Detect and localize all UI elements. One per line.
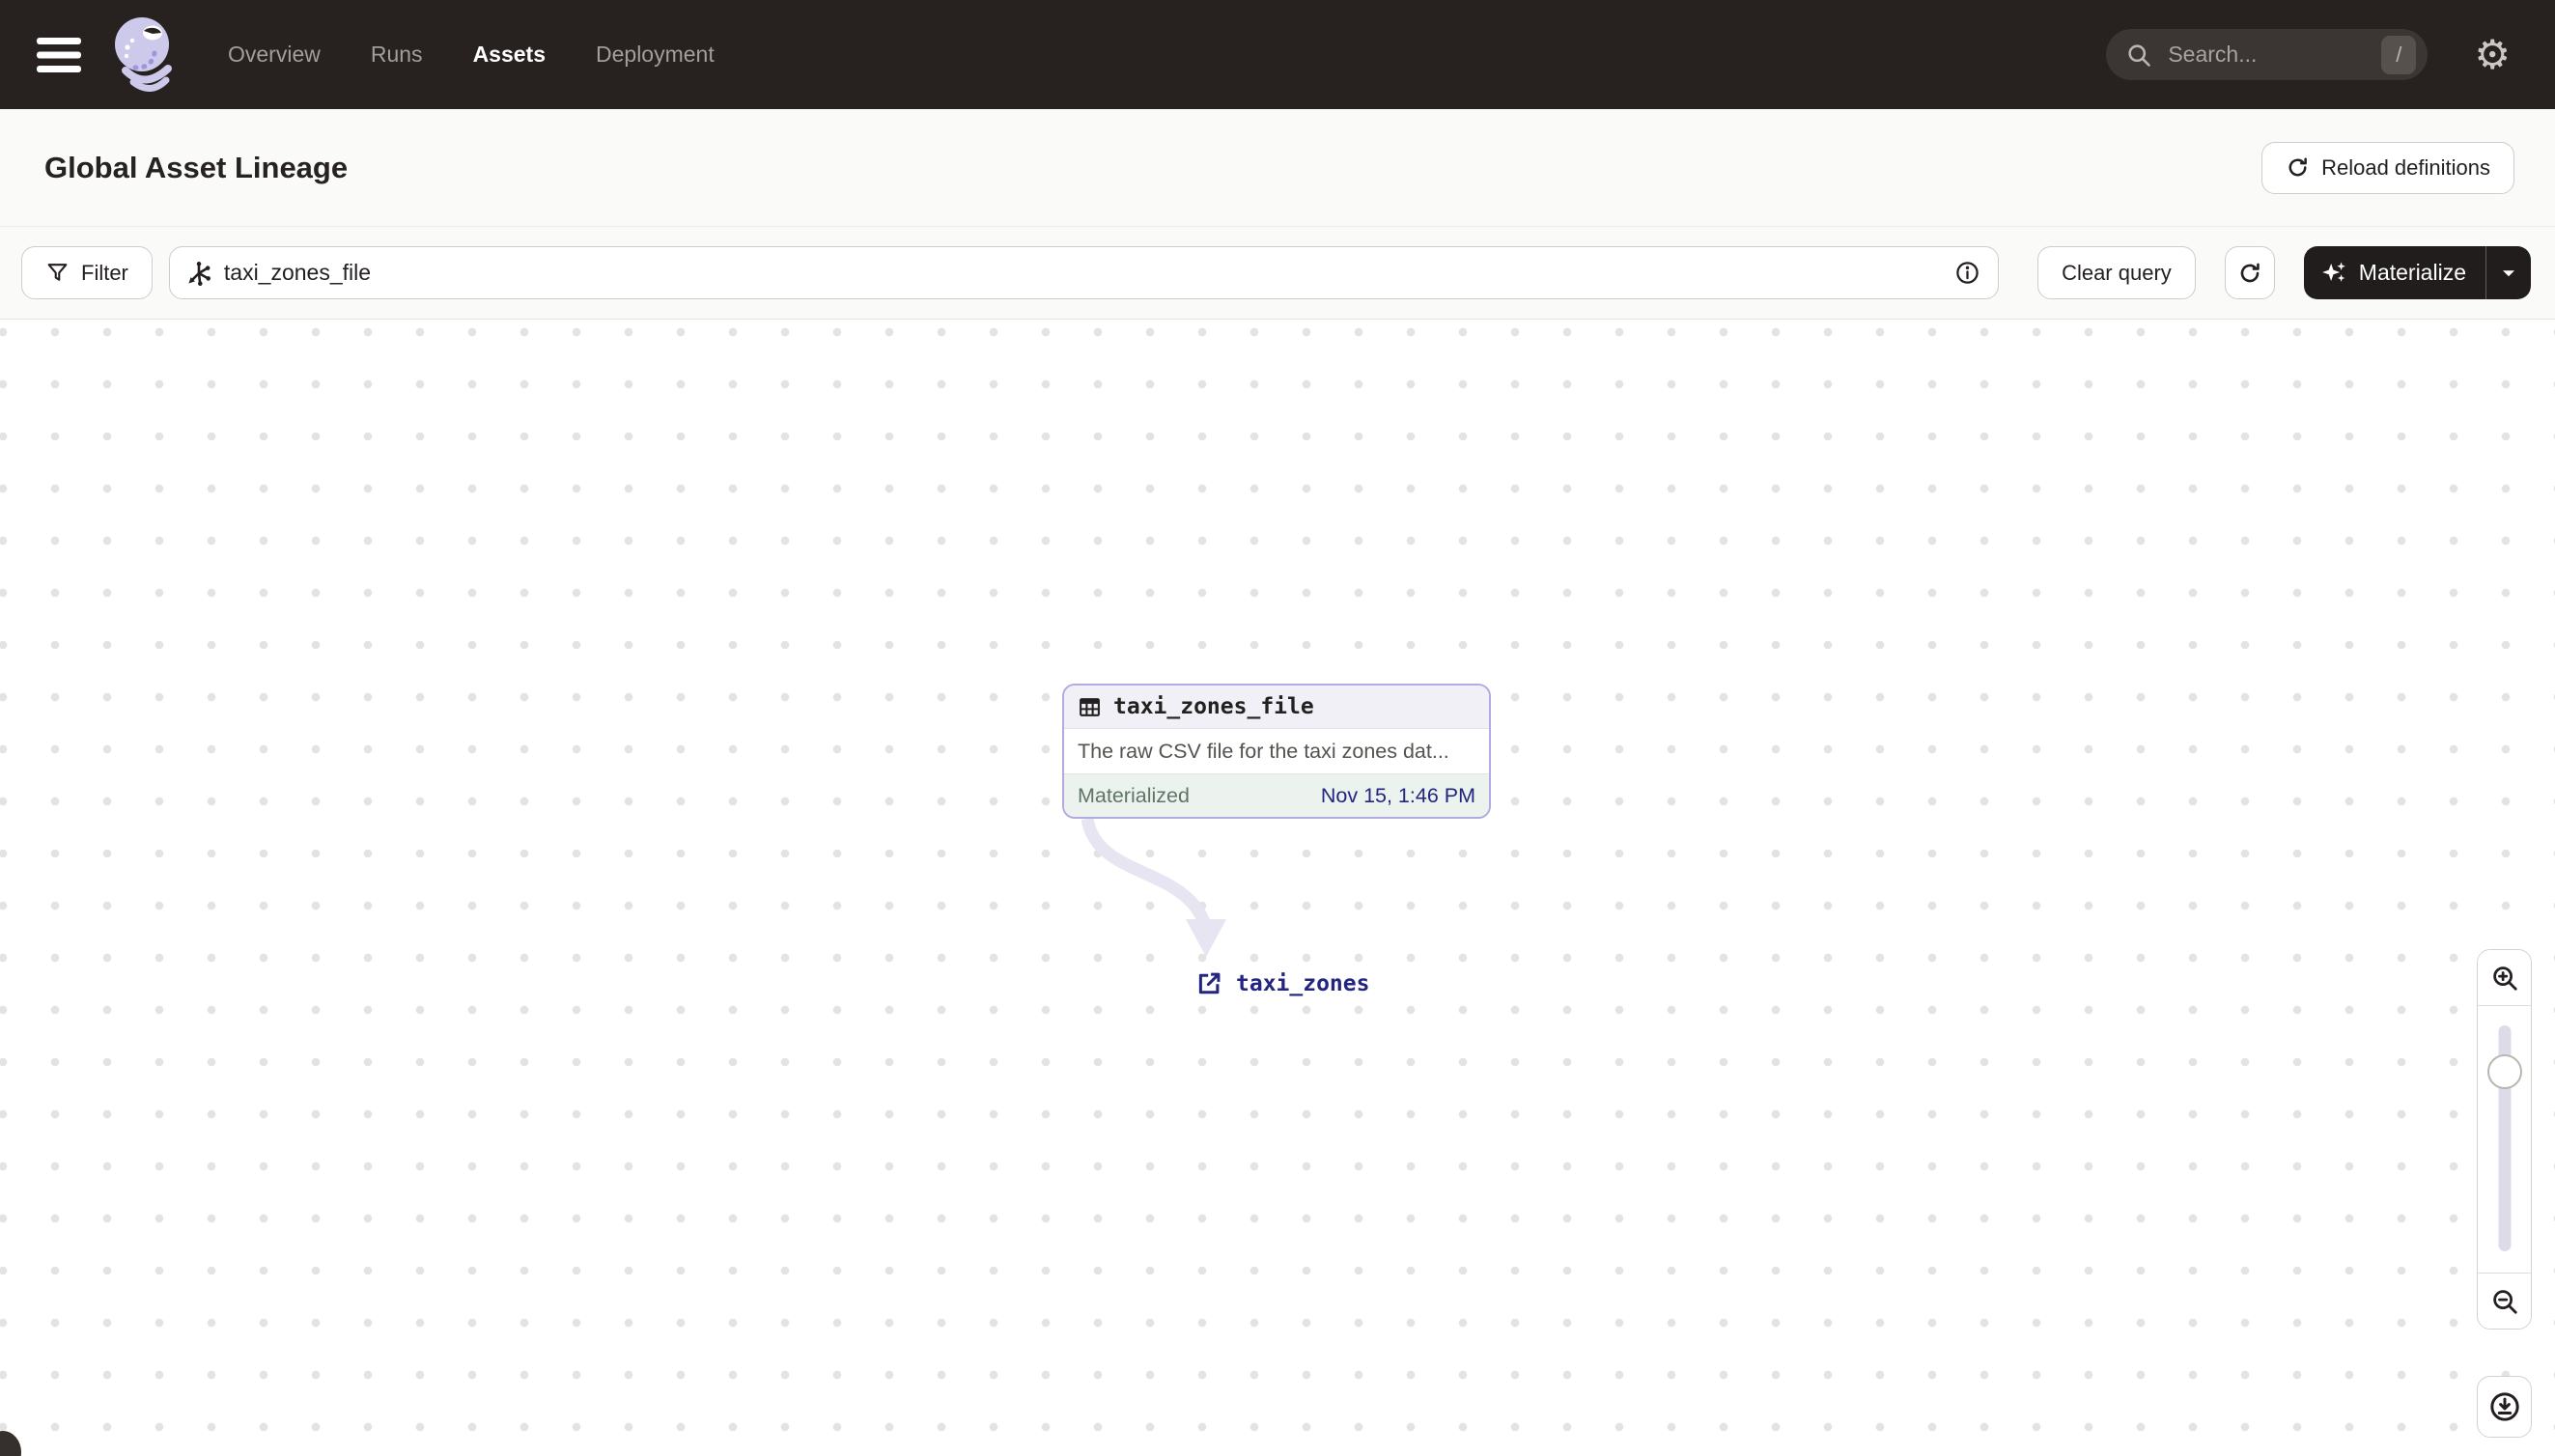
nav-link-assets[interactable]: Assets [473, 42, 546, 68]
materialization-timestamp[interactable]: Nov 15, 1:46 PM [1321, 784, 1475, 808]
zoom-in-icon [2492, 966, 2517, 991]
chevron-down-icon [2503, 269, 2514, 276]
materialize-split-button: Materialize [2303, 246, 2531, 299]
zoom-out-icon [2492, 1289, 2517, 1314]
dagster-logo-icon[interactable] [104, 9, 187, 101]
downstream-asset-link[interactable]: taxi_zones [1195, 970, 1369, 997]
download-image-button[interactable] [2477, 1376, 2532, 1438]
search-input[interactable] [2168, 42, 2382, 68]
external-link-icon [1198, 972, 1221, 994]
page-header: Global Asset Lineage Reload definitions [0, 109, 2555, 227]
nav-link-overview[interactable]: Overview [228, 42, 321, 68]
asset-status-row: Materialized Nov 15, 1:46 PM [1064, 773, 1489, 817]
search-icon [2128, 43, 2151, 67]
refresh-layout-button[interactable] [2224, 246, 2275, 299]
zoom-out-button[interactable] [2478, 1273, 2531, 1329]
zoom-slider-area [2478, 1006, 2531, 1273]
lineage-canvas[interactable]: taxi_zones_file The raw CSV file for the… [0, 320, 2555, 1456]
top-nav: Overview Runs Assets Deployment / ⚙ [0, 0, 2555, 109]
lineage-toolbar: Filter Clear query [0, 227, 2555, 320]
lineage-edge [1081, 817, 1226, 957]
reload-definitions-label: Reload definitions [2321, 154, 2490, 180]
global-search[interactable]: / [2106, 29, 2429, 80]
materialize-label: Materialize [2358, 260, 2466, 285]
materialize-button[interactable]: Materialize [2304, 246, 2485, 299]
asset-description: The raw CSV file for the taxi zones dat.… [1078, 739, 1449, 763]
downstream-asset-name: taxi_zones [1236, 971, 1370, 996]
filter-icon [47, 264, 68, 281]
nav-link-deployment[interactable]: Deployment [596, 42, 715, 68]
search-shortcut-badge: / [2381, 35, 2417, 74]
reload-icon [2288, 157, 2307, 177]
clear-query-label: Clear query [2062, 260, 2172, 285]
materialize-dropdown-button[interactable] [2486, 246, 2531, 299]
corner-decoration [0, 1431, 21, 1456]
gear-icon[interactable]: ⚙ [2474, 34, 2511, 75]
clear-query-button[interactable]: Clear query [2037, 246, 2196, 299]
asset-selection-input-box[interactable] [168, 246, 2000, 299]
zoom-slider-knob[interactable] [2486, 1054, 2522, 1089]
table-icon [1080, 697, 1100, 716]
filter-label: Filter [81, 260, 128, 285]
status-badge: Materialized [1078, 783, 1190, 807]
filter-button[interactable]: Filter [21, 246, 153, 299]
primary-nav: Overview Runs Assets Deployment [228, 42, 715, 68]
reload-definitions-button[interactable]: Reload definitions [2261, 141, 2514, 194]
asset-node-header: taxi_zones_file [1064, 686, 1489, 729]
asset-name: taxi_zones_file [1113, 694, 1314, 719]
asset-node-taxi-zones-file[interactable]: taxi_zones_file The raw CSV file for the… [1062, 684, 1491, 819]
nav-link-runs[interactable]: Runs [371, 42, 423, 68]
asset-selection-input[interactable] [223, 260, 1955, 286]
graph-query-icon [188, 261, 211, 286]
page-title: Global Asset Lineage [44, 150, 349, 184]
sparkle-icon [2321, 262, 2345, 282]
info-icon[interactable] [1954, 260, 1980, 286]
nav-right-group: / ⚙ [2106, 29, 2511, 80]
zoom-in-button[interactable] [2478, 950, 2531, 1006]
zoom-control-panel [2477, 949, 2532, 1330]
refresh-icon [2240, 263, 2260, 282]
download-icon [2489, 1392, 2519, 1421]
menu-icon[interactable] [37, 37, 81, 72]
